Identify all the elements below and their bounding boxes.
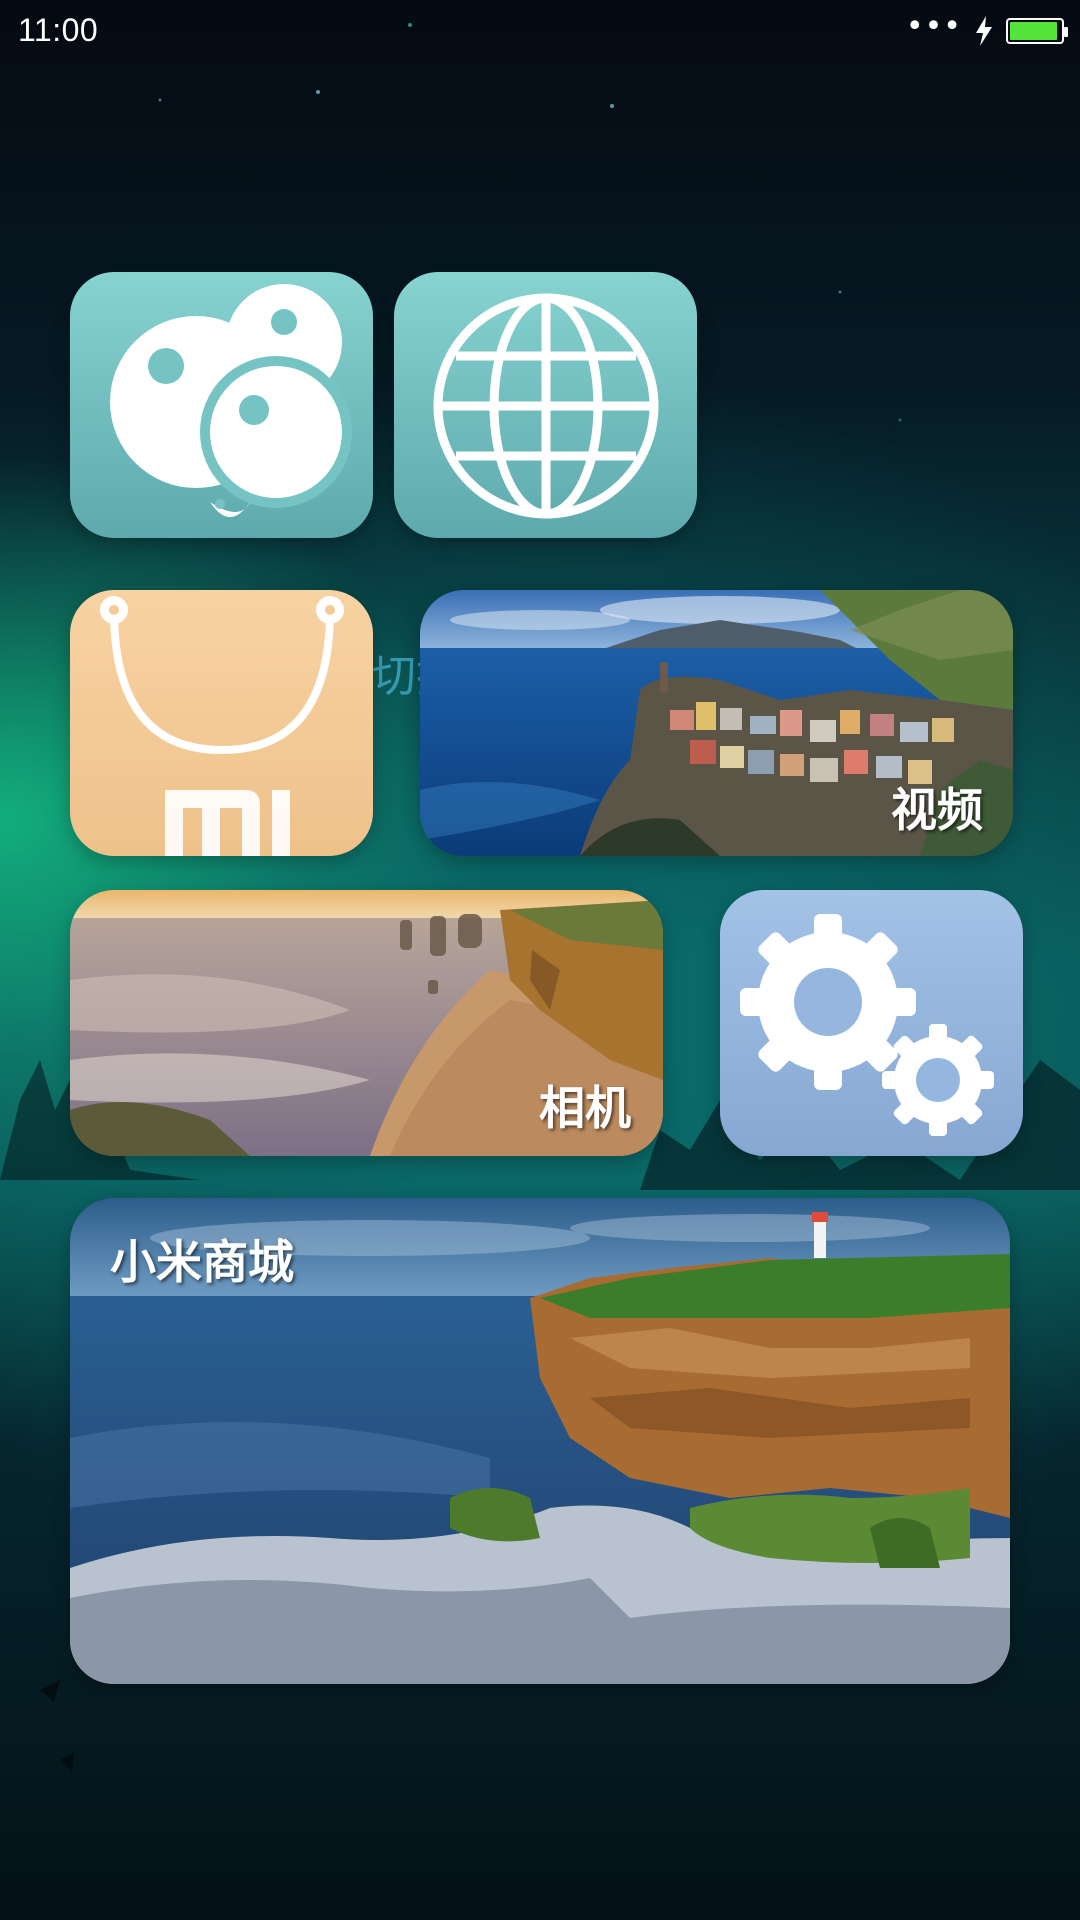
mi-mall-tile[interactable]: 小米商城	[70, 1198, 1010, 1684]
signal-dots-icon: •••	[905, 9, 962, 44]
status-bar: 11:00 •••	[0, 0, 1080, 62]
battery-icon	[1006, 18, 1068, 44]
bubbles-app-tile[interactable]	[70, 272, 373, 538]
charging-bolt-icon	[976, 16, 992, 46]
status-time: 11:00	[18, 12, 99, 48]
mi-mall-tile-label: 小米商城	[110, 1235, 294, 1289]
video-tile-label: 视频	[891, 783, 983, 837]
browser-app-tile[interactable]	[394, 272, 697, 538]
video-tile[interactable]: 视频	[420, 590, 1013, 856]
shopping-bag-mi-icon	[100, 596, 344, 856]
bubbles-icon	[110, 284, 352, 517]
globe-icon	[433, 293, 659, 519]
camera-tile-label: 相机	[539, 1081, 631, 1135]
gears-icon	[740, 914, 994, 1136]
status-icons: •••	[905, 9, 1068, 48]
settings-app-tile[interactable]	[720, 890, 1023, 1156]
battery-fill	[1010, 22, 1058, 40]
camera-tile[interactable]: 相机	[70, 890, 663, 1156]
mi-store-app-tile[interactable]	[70, 590, 373, 856]
